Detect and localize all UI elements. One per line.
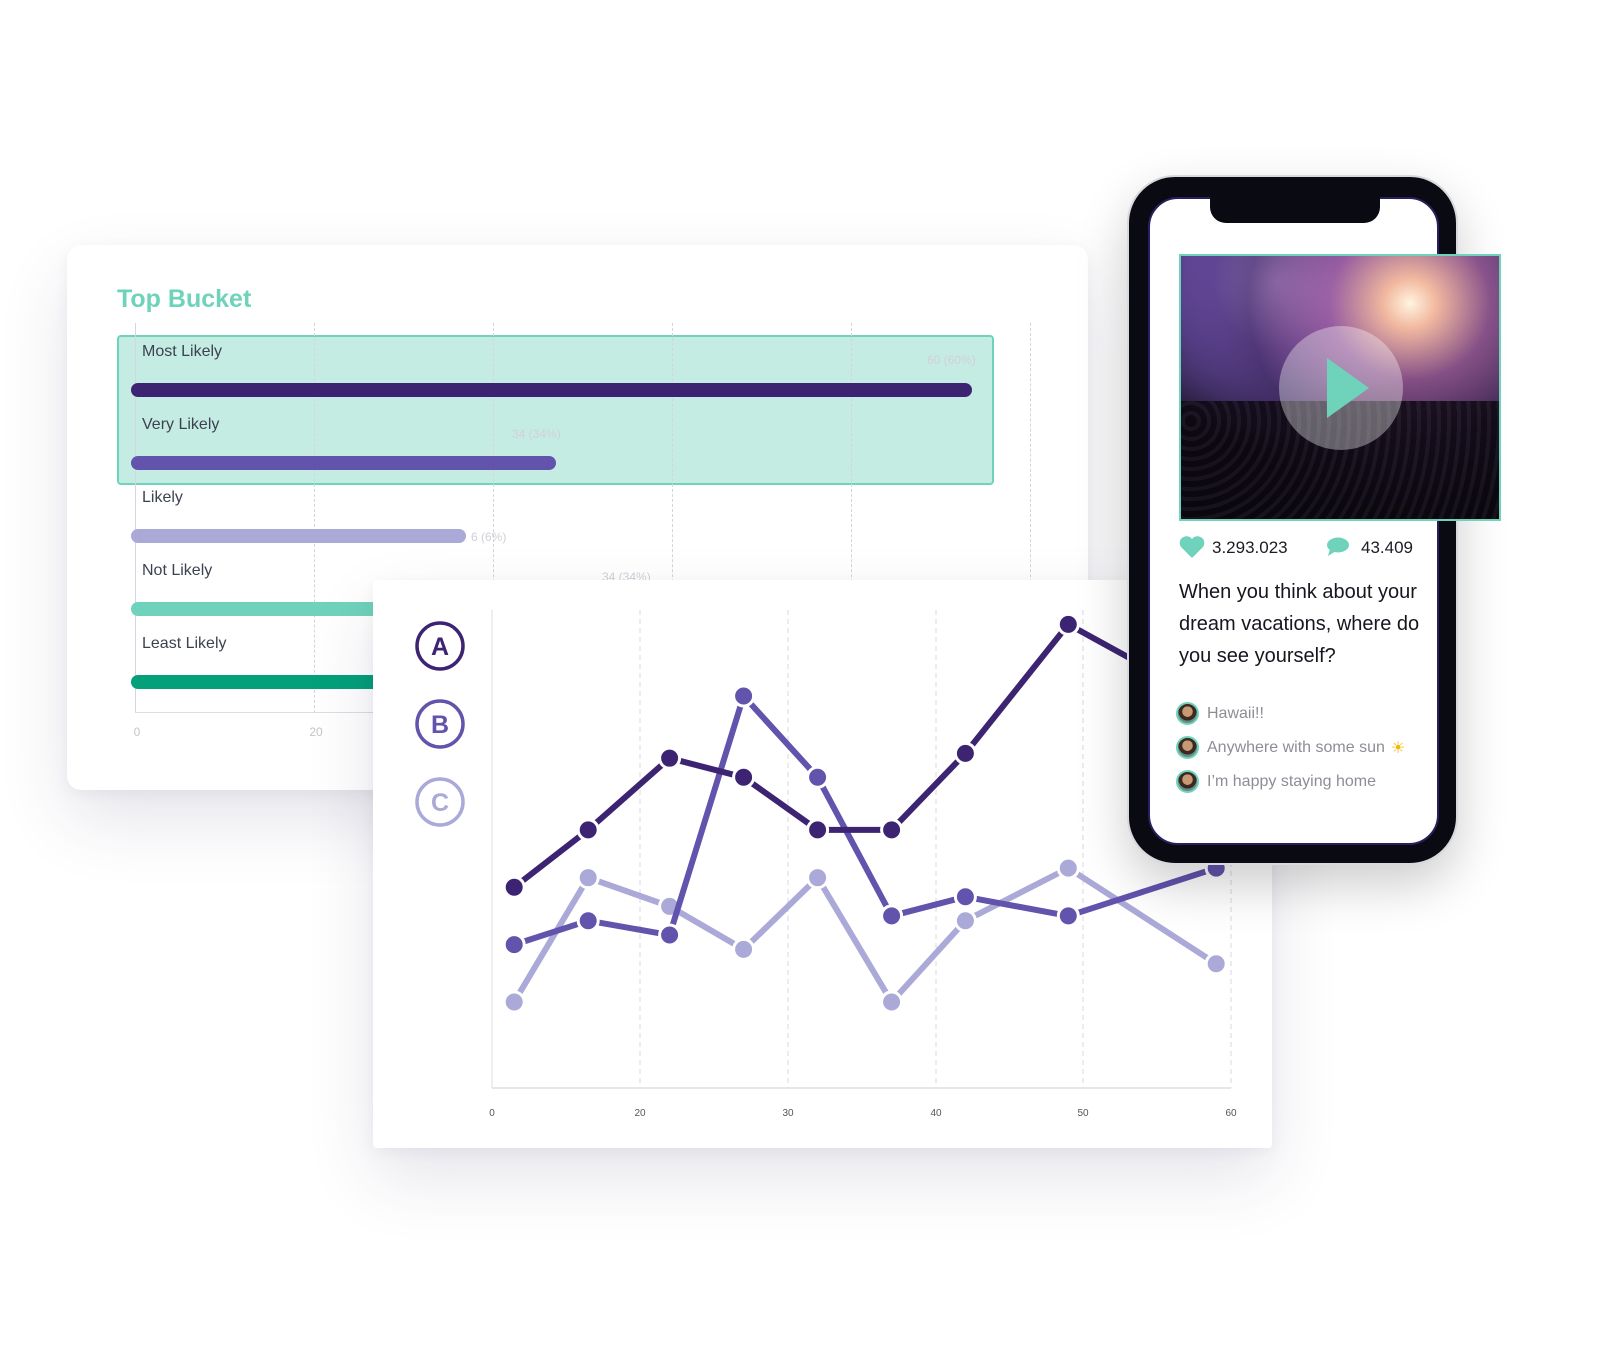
x-tick-label: 40 bbox=[930, 1108, 942, 1119]
bar bbox=[131, 383, 972, 397]
data-point-A bbox=[806, 818, 830, 842]
x-tick: 0 bbox=[133, 725, 141, 739]
x-tick-label: 60 bbox=[1225, 1108, 1237, 1119]
answer-text: Anywhere with some sun bbox=[1207, 738, 1385, 756]
data-point-B bbox=[658, 923, 682, 947]
answer-item[interactable]: Anywhere with some sun ☀ bbox=[1176, 736, 1405, 759]
data-point-C bbox=[1204, 952, 1228, 976]
data-point-B bbox=[806, 765, 830, 789]
data-point-A bbox=[1056, 612, 1080, 636]
grid-line bbox=[314, 323, 315, 713]
avatar bbox=[1176, 702, 1199, 725]
x-tick-label: 20 bbox=[634, 1108, 646, 1119]
data-point-B bbox=[576, 909, 600, 933]
x-tick-label: 50 bbox=[1077, 1108, 1089, 1119]
y-axis-line bbox=[135, 323, 136, 713]
data-point-C bbox=[880, 990, 904, 1014]
bar bbox=[131, 529, 467, 543]
answer-text: Hawaii!! bbox=[1207, 704, 1264, 722]
data-point-C bbox=[732, 937, 756, 961]
sun-icon: ☀ bbox=[1390, 739, 1406, 757]
data-point-A bbox=[502, 875, 526, 899]
data-point-A bbox=[880, 818, 904, 842]
bar-value-label: 34 (34%) bbox=[512, 427, 561, 441]
data-point-B bbox=[880, 904, 904, 928]
data-point-C bbox=[502, 990, 526, 1014]
data-point-A bbox=[576, 818, 600, 842]
row-label: Very Likely bbox=[142, 416, 220, 433]
video-thumbnail[interactable] bbox=[1179, 254, 1501, 521]
phone-notch bbox=[1210, 197, 1380, 223]
bar-value-label: 6 (6%) bbox=[471, 530, 507, 544]
data-point-B bbox=[502, 933, 526, 957]
data-point-B bbox=[953, 885, 977, 909]
legend-label: B bbox=[431, 711, 449, 739]
bar bbox=[131, 456, 556, 470]
avatar bbox=[1176, 736, 1199, 759]
series-line-B bbox=[513, 693, 1218, 948]
card-title: Top Bucket bbox=[117, 285, 252, 313]
data-point-A bbox=[953, 741, 977, 765]
row-label: Not Likely bbox=[142, 562, 213, 579]
x-tick-label: 0 bbox=[489, 1108, 495, 1119]
play-button[interactable] bbox=[1279, 326, 1403, 450]
data-point-C bbox=[953, 909, 977, 933]
series-line-C bbox=[511, 865, 1218, 1005]
answer-item[interactable]: I’m happy staying home bbox=[1176, 770, 1376, 793]
data-point-C bbox=[1056, 856, 1080, 880]
avatar bbox=[1176, 770, 1199, 793]
answer-text: I’m happy staying home bbox=[1207, 772, 1376, 790]
x-tick-label: 30 bbox=[782, 1108, 794, 1119]
row-label: Likely bbox=[142, 489, 183, 506]
poll-question: When you think about your dream vacation… bbox=[1179, 581, 1420, 667]
row-label: Least Likely bbox=[142, 635, 227, 652]
data-point-A bbox=[658, 746, 682, 770]
likes-count: 3.293.023 bbox=[1212, 538, 1288, 557]
series-line-A bbox=[512, 621, 1218, 890]
heart-icon[interactable] bbox=[1179, 536, 1205, 558]
data-point-B bbox=[732, 684, 756, 708]
legend-label: A bbox=[431, 633, 449, 661]
data-point-A bbox=[732, 765, 756, 789]
legend-label: C bbox=[431, 789, 449, 817]
comments-count: 43.409 bbox=[1361, 538, 1413, 557]
x-tick: 20 bbox=[309, 725, 323, 739]
comment-icon[interactable] bbox=[1326, 537, 1350, 557]
row-label: Most Likely bbox=[142, 343, 223, 360]
data-point-C bbox=[806, 866, 830, 890]
bar-value-label: 60 (60%) bbox=[927, 353, 976, 367]
data-point-C bbox=[576, 866, 600, 890]
data-point-B bbox=[1056, 904, 1080, 928]
answer-item[interactable]: Hawaii!! bbox=[1176, 702, 1264, 725]
play-icon bbox=[1327, 358, 1369, 418]
